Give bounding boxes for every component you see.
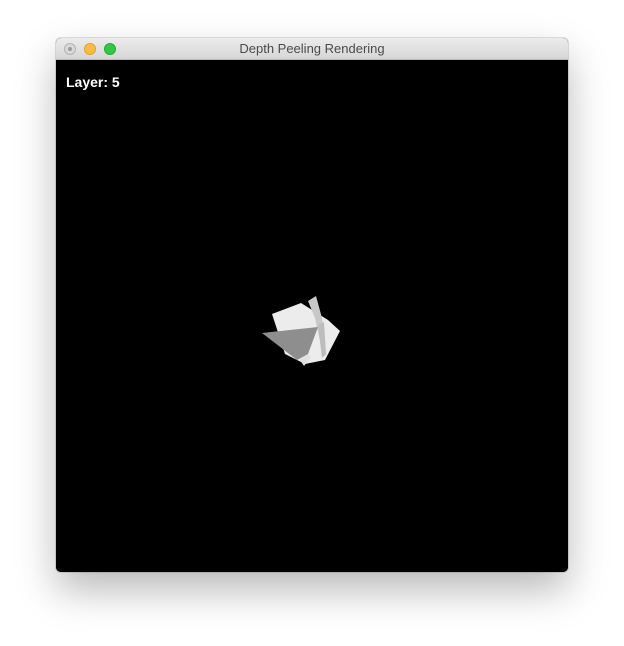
rendered-geometry <box>262 296 340 366</box>
title-bar[interactable]: Depth Peeling Rendering <box>56 38 568 60</box>
app-window: Depth Peeling Rendering Layer: 5 <box>56 38 568 572</box>
render-canvas[interactable]: Layer: 5 <box>56 60 568 572</box>
window-title: Depth Peeling Rendering <box>239 41 385 56</box>
